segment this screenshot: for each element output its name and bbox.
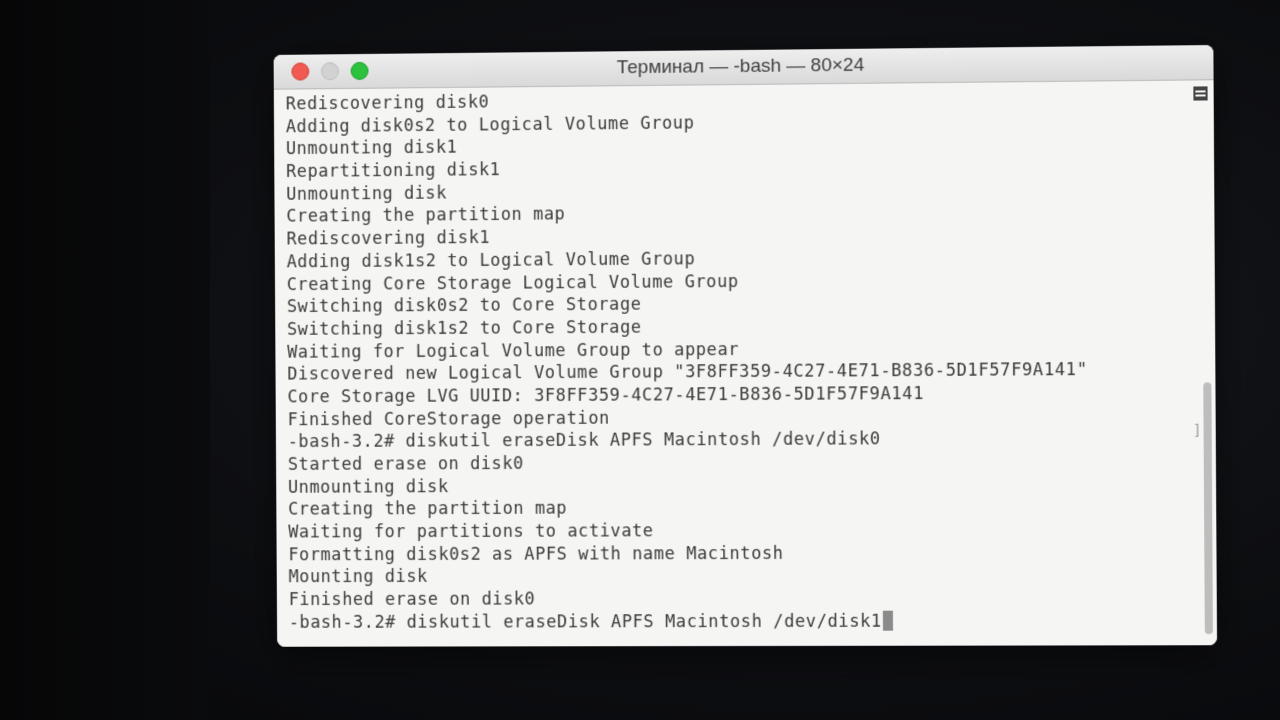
terminal-line-text: Core Storage LVG UUID: 3F8FF359-4C27-4E7… [287, 383, 925, 408]
terminal-content[interactable]: Rediscovering disk0 Adding disk0s2 to Log… [273, 80, 1218, 647]
terminal-window[interactable]: Терминал — -bash — 80×24 Rediscovering d… [273, 45, 1218, 647]
terminal-output: Rediscovering disk0 Adding disk0s2 to Log… [286, 86, 1090, 635]
terminal-line-text: -bash-3.2# diskutil eraseDisk APFS Macin… [287, 429, 881, 453]
bracket-mark: ] [1192, 422, 1202, 439]
terminal-line-text: Waiting for partitions to activate [288, 521, 654, 543]
desktop-screen: Терминал — -bash — 80×24 Rediscovering d… [0, 0, 1280, 720]
terminal-prompt-line: -bash-3.2# diskutil eraseDisk APFS Macin… [289, 610, 1089, 634]
terminal-line-text: Repartitioning disk1 [286, 160, 501, 183]
terminal-line: Discovered new Logical Volume Group "3F8… [287, 359, 1087, 386]
terminal-line-text: Finished erase on disk0 [288, 589, 536, 611]
terminal-line-text: Adding disk0s2 to Logical Volume Group [285, 113, 695, 137]
terminal-line-text: Discovered new Logical Volume Group "3F8… [287, 360, 1088, 385]
terminal-line-text: Formatting disk0s2 as APFS with name Mac… [288, 543, 784, 566]
terminal-line: Formatting disk0s2 as APFS with name Mac… [288, 542, 1088, 567]
terminal-line: Finished erase on disk0 [289, 587, 1089, 612]
text-cursor [882, 610, 893, 631]
terminal-line: Creating the partition map [288, 496, 1088, 522]
terminal-line-text: Creating the partition map [288, 499, 568, 520]
terminal-line-text: Mounting disk [288, 567, 428, 588]
terminal-line-text: Switching disk0s2 to Core Storage [286, 294, 642, 318]
terminal-line-text: Finished CoreStorage operation [287, 408, 610, 430]
terminal-line-text: Waiting for Logical Volume Group to appe… [287, 339, 740, 363]
terminal-line-text: -bash-3.2# diskutil eraseDisk APFS Macin… [288, 611, 882, 633]
terminal-line-text: Creating the partition map [286, 204, 566, 228]
terminal-line: Mounting disk [289, 564, 1089, 589]
terminal-line-text: Unmounting disk [287, 476, 449, 498]
terminal-line-text: Creating Core Storage Logical Volume Gro… [286, 271, 739, 295]
vertical-scrollbar[interactable] [1203, 382, 1213, 635]
desktop-dark-area [0, 0, 210, 720]
terminal-line: Started erase on disk0 [288, 450, 1088, 476]
mark-icon[interactable] [1193, 86, 1208, 101]
terminal-line-text: Rediscovering disk0 [285, 92, 490, 115]
terminal-line: Waiting for partitions to activate [288, 519, 1088, 544]
terminal-line-text: Adding disk1s2 to Logical Volume Group [286, 249, 696, 273]
terminal-line-text: Rediscovering disk1 [286, 228, 491, 250]
terminal-line-text: Started erase on disk0 [287, 453, 524, 475]
terminal-line-text: Unmounting disk [286, 183, 448, 205]
terminal-line-text: Unmounting disk1 [285, 138, 458, 160]
terminal-line: Unmounting disk [288, 473, 1088, 499]
terminal-line-text: Switching disk1s2 to Core Storage [287, 317, 642, 340]
